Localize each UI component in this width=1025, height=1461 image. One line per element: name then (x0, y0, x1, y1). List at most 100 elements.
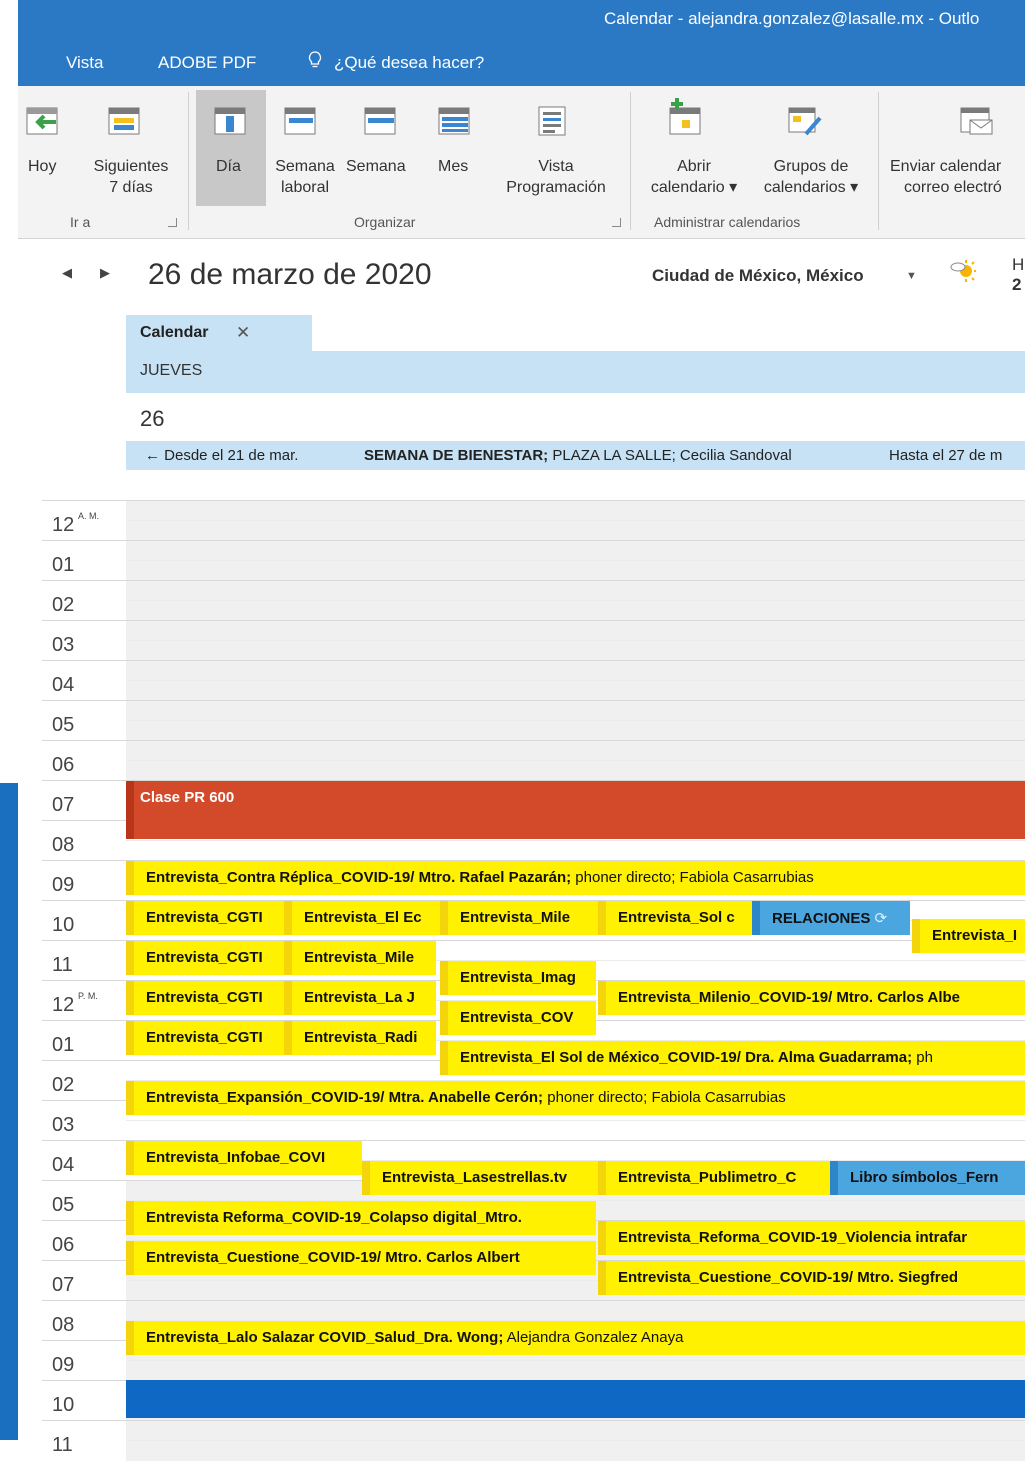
event[interactable]: Entrevista_Expansión_COVID-19/ Mtra. Ana… (126, 1081, 1025, 1115)
hour-label: 12 P. M. (42, 980, 126, 1021)
event[interactable]: Entrevista_Lasestrellas.tv (362, 1161, 600, 1195)
hour-label: 06 (42, 740, 126, 781)
time-slot[interactable] (126, 680, 1025, 701)
today-button[interactable]: Hoy (22, 90, 72, 208)
time-slot[interactable] (126, 560, 1025, 581)
separator (878, 92, 879, 230)
chevron-down-icon[interactable]: ▼ (906, 270, 917, 282)
time-slot[interactable] (126, 500, 1025, 521)
event[interactable]: Entrevista_El Sol de México_COVID-19/ Dr… (440, 1041, 1025, 1075)
group-label-organizar: Organizar (354, 214, 416, 230)
all-day-event[interactable]: ← Desde el 21 de mar. SEMANA DE BIENESTA… (126, 441, 1025, 470)
weather-city-selector[interactable]: Ciudad de México, México (652, 266, 864, 286)
window-title: Calendar - alejandra.gonzalez@lasalle.mx… (604, 9, 980, 28)
calendar-tab[interactable]: Calendar ✕ (126, 315, 312, 351)
event-clase[interactable]: Clase PR 600 (126, 781, 1025, 839)
dialog-launcher-icon[interactable] (612, 218, 621, 227)
event[interactable]: Entrevista_COV (440, 1001, 596, 1035)
event[interactable]: Entrevista_Imag (440, 961, 596, 995)
time-slot[interactable] (126, 740, 1025, 761)
email-calendar-icon (960, 107, 993, 135)
time-slot[interactable] (126, 1300, 1025, 1321)
event[interactable]: Entrevista_CGTI (126, 981, 286, 1015)
event[interactable]: Entrevista_Sol c (598, 901, 758, 935)
hour-label: 02 (42, 1060, 126, 1101)
month-view-button[interactable]: Mes (424, 90, 486, 208)
event[interactable]: Entrevista_CGTI (126, 901, 286, 935)
time-slot[interactable] (126, 1120, 1025, 1141)
event[interactable]: Entrevista_Mile (284, 941, 436, 975)
time-slot[interactable] (126, 760, 1025, 781)
event[interactable]: Entrevista_Lalo Salazar COVID_Salud_Dra.… (126, 1321, 1025, 1355)
hour-label: 08 (42, 1300, 126, 1341)
time-slot[interactable] (126, 540, 1025, 561)
event[interactable]: Entrevista_CGTI (126, 941, 286, 975)
time-slot[interactable] (126, 700, 1025, 721)
calendar-week-icon (108, 107, 140, 135)
hour-label: 01 (42, 540, 126, 581)
hour-label: 11 (42, 1420, 126, 1461)
time-slot[interactable] (126, 640, 1025, 661)
next-7-days-button[interactable]: Siguientes 7 días (82, 90, 178, 208)
event[interactable]: Entrevista_Reforma_COVID-19_Violencia in… (598, 1221, 1025, 1255)
work-week-button[interactable]: Semana laboral (270, 90, 340, 208)
hour-label: 12 A. M. (42, 500, 126, 541)
menu-adobe-pdf[interactable]: ADOBE PDF (158, 53, 256, 73)
hour-label: 05 (42, 700, 126, 741)
open-calendar-button[interactable]: Abrir calendario ▾ (640, 90, 748, 208)
time-slot[interactable] (126, 520, 1025, 541)
event[interactable]: Entrevista_Milenio_COVID-19/ Mtro. Carlo… (598, 981, 1025, 1015)
partly-sunny-icon (950, 260, 976, 282)
time-slot[interactable] (126, 840, 1025, 861)
recurring-icon: ⟳ (874, 910, 888, 927)
next-day-arrow-icon[interactable]: ▶ (100, 265, 110, 281)
time-slot[interactable] (126, 1360, 1025, 1381)
day-view-button[interactable]: Día (196, 90, 266, 206)
event[interactable]: Entrevista_Infobae_COVI (126, 1141, 362, 1175)
close-icon[interactable]: ✕ (236, 323, 250, 343)
day-view-icon (214, 107, 246, 135)
previous-day-arrow-icon[interactable]: ◀ (62, 265, 72, 281)
dialog-launcher-icon[interactable] (168, 218, 177, 227)
hour-label: 07 (42, 780, 126, 821)
week-view-button[interactable]: Semana (344, 90, 420, 208)
day-number: 26 (140, 406, 165, 431)
event[interactable]: Entrevista_CGTI (126, 1021, 286, 1055)
time-slot[interactable] (126, 1440, 1025, 1461)
email-calendar-button[interactable]: Enviar calendar correo electró (884, 90, 1025, 208)
event[interactable]: Entrevista_Contra Réplica_COVID-19/ Mtro… (126, 861, 1025, 895)
event[interactable]: Entrevista_El Ec (284, 901, 444, 935)
event[interactable]: Entrevista_I (912, 919, 1025, 953)
time-slot[interactable] (126, 1420, 1025, 1441)
time-slot[interactable] (126, 600, 1025, 621)
date-title: 26 de marzo de 2020 (148, 258, 432, 291)
time-slot[interactable] (126, 720, 1025, 741)
ribbon: Hoy Siguientes7 días Día Semanalaboral (0, 86, 1025, 239)
event-libro[interactable]: Libro símbolos_Fern (830, 1161, 1025, 1195)
event-selected-slot[interactable] (126, 1380, 1025, 1418)
hour-label: 09 (42, 1340, 126, 1381)
event[interactable]: Entrevista_Publimetro_C (598, 1161, 838, 1195)
event[interactable]: Entrevista_La J (284, 981, 436, 1015)
group-label-ir-a: Ir a (70, 214, 91, 230)
tell-me-search[interactable]: ¿Qué desea hacer? (334, 53, 484, 73)
time-slot[interactable] (126, 620, 1025, 641)
time-slot[interactable] (126, 660, 1025, 681)
hour-label: 05 (42, 1180, 126, 1221)
event[interactable]: Entrevista Reforma_COVID-19_Colapso digi… (126, 1201, 596, 1235)
event[interactable]: Entrevista_Cuestione_COVID-19/ Mtro. Car… (126, 1241, 596, 1275)
event[interactable]: Entrevista_Cuestione_COVID-19/ Mtro. Sie… (598, 1261, 1025, 1295)
event[interactable]: Entrevista_Mile (440, 901, 600, 935)
menu-vista[interactable]: Vista (66, 53, 104, 73)
hour-label: 07 (42, 1260, 126, 1301)
calendar-groups-button[interactable]: Grupos de calendarios ▾ (752, 90, 870, 208)
day-name: JUEVES (140, 362, 203, 379)
hour-label: 08 (42, 820, 126, 861)
hour-label: 06 (42, 1220, 126, 1261)
time-slot[interactable] (126, 580, 1025, 601)
event-relaciones[interactable]: RELACIONES ⟳ (752, 901, 910, 935)
schedule-view-button[interactable]: Vista Programación (492, 90, 620, 208)
title-bar: Calendar - alejandra.gonzalez@lasalle.mx… (0, 0, 1025, 40)
event[interactable]: Entrevista_Radi (284, 1021, 436, 1055)
schedule-icon (538, 106, 566, 136)
